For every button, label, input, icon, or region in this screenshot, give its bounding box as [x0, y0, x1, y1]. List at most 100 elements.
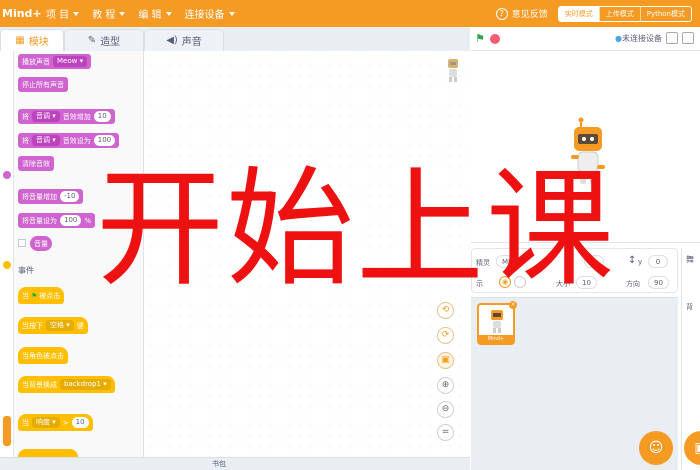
when-greater-prefix: 当 — [22, 418, 29, 427]
backdrop-dropdown[interactable]: backdrop1 ▾ — [60, 379, 111, 390]
brush-icon: ✎ — [87, 35, 97, 46]
stage-pane-sub: 背 — [686, 303, 693, 311]
block-set-effect-prefix: 将 — [22, 136, 29, 145]
menu-tutorial-label: 教 程 — [92, 10, 116, 21]
block-volume-reporter-label: 音量 — [34, 239, 48, 248]
small-stage-icon[interactable] — [666, 32, 678, 44]
connection-status-label: 未连接设备 — [622, 34, 662, 43]
effect-dropdown[interactable]: 音调 ▾ — [32, 111, 60, 122]
zoom-reset-button[interactable]: = — [437, 424, 454, 441]
volume-checkbox[interactable] — [18, 239, 26, 247]
connection-dot-icon: ● — [615, 34, 622, 43]
block-when-key-pressed[interactable]: 当按下 空格 ▾ 键 — [18, 317, 88, 334]
backpack-bar[interactable]: 书包 — [0, 457, 470, 470]
change-volume-input[interactable]: -10 — [60, 191, 80, 202]
zoom-out-button[interactable]: ⊖ — [437, 401, 454, 418]
change-effect-input[interactable]: 10 — [93, 111, 111, 122]
help-icon[interactable]: ? — [495, 7, 508, 20]
chevron-down-icon — [73, 11, 80, 16]
category-sound[interactable] — [3, 171, 11, 179]
block-when-flag-clicked[interactable]: 当 ⚑ 被点击 — [18, 287, 65, 304]
block-when-backdrop-switches[interactable]: 当背景换成 backdrop1 ▾ — [18, 376, 115, 393]
block-change-volume[interactable]: 将音量增加 -10 — [18, 189, 84, 204]
key-dropdown-value: 空格 — [50, 321, 64, 329]
block-change-volume-label: 将音量增加 — [22, 192, 57, 201]
tab-blocks-label: 模块 — [28, 37, 49, 48]
top-menu-bar: Mind+ 项 目 教 程 编 辑 连接设备 ? 意见反馈 实时模式 上传模式 … — [0, 0, 700, 27]
mode-python[interactable]: Python模式 — [639, 6, 691, 21]
menu-tutorial[interactable]: 教 程 — [92, 6, 126, 21]
tab-blocks[interactable]: ▦ 模块 — [0, 29, 64, 51]
block-play-sound[interactable]: 播放声音 Meow ▾ — [18, 54, 92, 69]
cat-icon: ☺ — [648, 440, 664, 456]
clean-up-button[interactable]: ▣ — [437, 352, 454, 369]
set-volume-unit: % — [84, 216, 92, 225]
when-flag-prefix: 当 — [22, 291, 29, 300]
tab-costumes[interactable]: ✎ 造型 — [64, 29, 144, 51]
main-menu: 项 目 教 程 编 辑 连接设备 — [46, 6, 248, 21]
chevron-down-icon — [228, 11, 235, 16]
green-flag-icon: ⚑ — [31, 291, 38, 300]
block-stop-all-sounds[interactable]: 停止所有声音 — [18, 77, 68, 92]
backpack-label: 书包 — [212, 460, 226, 468]
block-set-volume-label: 将音量设为 — [22, 216, 57, 225]
backdrop-dropdown-value: backdrop1 — [64, 380, 101, 388]
category-events[interactable] — [3, 261, 11, 269]
effect-dropdown[interactable]: 音调 ▾ — [32, 135, 60, 146]
fullscreen-icon[interactable] — [682, 32, 694, 44]
events-section-title: 事件 — [18, 266, 34, 275]
category-extension[interactable] — [3, 416, 11, 446]
tab-sounds-label: 声音 — [181, 37, 202, 48]
add-sprite-button[interactable]: ☺ — [639, 431, 673, 465]
editor-tabs: ▦ 模块 ✎ 造型 ◀) 声音 — [0, 27, 470, 51]
block-change-effect[interactable]: 将 音调 ▾ 音效增加 10 — [18, 109, 115, 124]
block-play-sound-label: 播放声音 — [22, 57, 50, 66]
sensor-dropdown[interactable]: 响度 ▾ — [32, 417, 60, 428]
when-sprite-clicked-label: 当角色被点击 — [22, 351, 64, 360]
block-set-volume[interactable]: 将音量设为 100 % — [18, 213, 96, 228]
menu-edit-label: 编 辑 — [138, 10, 162, 21]
puzzle-icon: ▦ — [15, 35, 25, 46]
feedback-link[interactable]: 意见反馈 — [512, 7, 548, 20]
speaker-icon: ◀) — [166, 35, 178, 46]
sound-dropdown[interactable]: Meow ▾ — [53, 56, 88, 67]
menu-project[interactable]: 项 目 — [46, 6, 80, 21]
block-change-effect-prefix: 将 — [22, 112, 29, 121]
key-dropdown[interactable]: 空格 ▾ — [46, 320, 74, 331]
menu-edit[interactable]: 编 辑 — [138, 6, 172, 21]
mode-switch: 实时模式 上传模式 Python模式 — [557, 5, 692, 22]
redo-button[interactable]: ⟳ — [437, 327, 454, 344]
set-effect-input[interactable]: 100 — [93, 135, 116, 146]
green-flag-icon[interactable]: ⚑ — [475, 32, 485, 45]
category-menu — [0, 51, 14, 460]
block-clear-effects-label: 清除音效 — [22, 159, 50, 168]
when-key-prefix: 当按下 — [22, 321, 43, 330]
mode-realtime[interactable]: 实时模式 — [558, 6, 599, 21]
block-when-greater-than[interactable]: 当 响度 ▾ > 10 — [18, 414, 93, 431]
block-set-effect[interactable]: 将 音调 ▾ 音效设为 100 — [18, 133, 120, 148]
greater-operator: > — [62, 418, 69, 427]
stage-pane-label: 舞 — [686, 255, 694, 264]
sound-dropdown-value: Meow — [57, 57, 78, 65]
mode-upload[interactable]: 上传模式 — [598, 6, 640, 21]
effect-dropdown-value: 音调 — [36, 136, 50, 144]
greater-value-input[interactable]: 10 — [71, 417, 89, 428]
when-flag-suffix: 被点击 — [39, 291, 61, 300]
stop-icon[interactable] — [489, 33, 500, 44]
sprite-thumbnail[interactable]: × Mind+ — [477, 301, 517, 345]
sprite-thumbnail-name: Mind+ — [479, 335, 513, 343]
menu-connect-device[interactable]: 连接设备 — [185, 6, 235, 21]
set-volume-input[interactable]: 100 — [60, 215, 82, 226]
block-set-effect-label: 音效设为 — [62, 136, 91, 145]
block-when-sprite-clicked[interactable]: 当角色被点击 — [18, 347, 68, 364]
zoom-in-button[interactable]: ⊕ — [437, 377, 454, 394]
block-clear-effects[interactable]: 清除音效 — [18, 156, 54, 171]
connection-status: ●未连接设备 — [615, 33, 662, 44]
tab-sounds[interactable]: ◀) 声音 — [144, 29, 224, 51]
app-logo: Mind+ — [2, 7, 42, 20]
when-backdrop-label: 当背景换成 — [22, 380, 57, 389]
sensor-dropdown-value: 响度 — [36, 418, 50, 426]
sprite-watermark-icon — [448, 59, 458, 82]
tab-costumes-label: 造型 — [100, 37, 121, 48]
block-volume-reporter[interactable]: 音量 — [30, 236, 52, 251]
